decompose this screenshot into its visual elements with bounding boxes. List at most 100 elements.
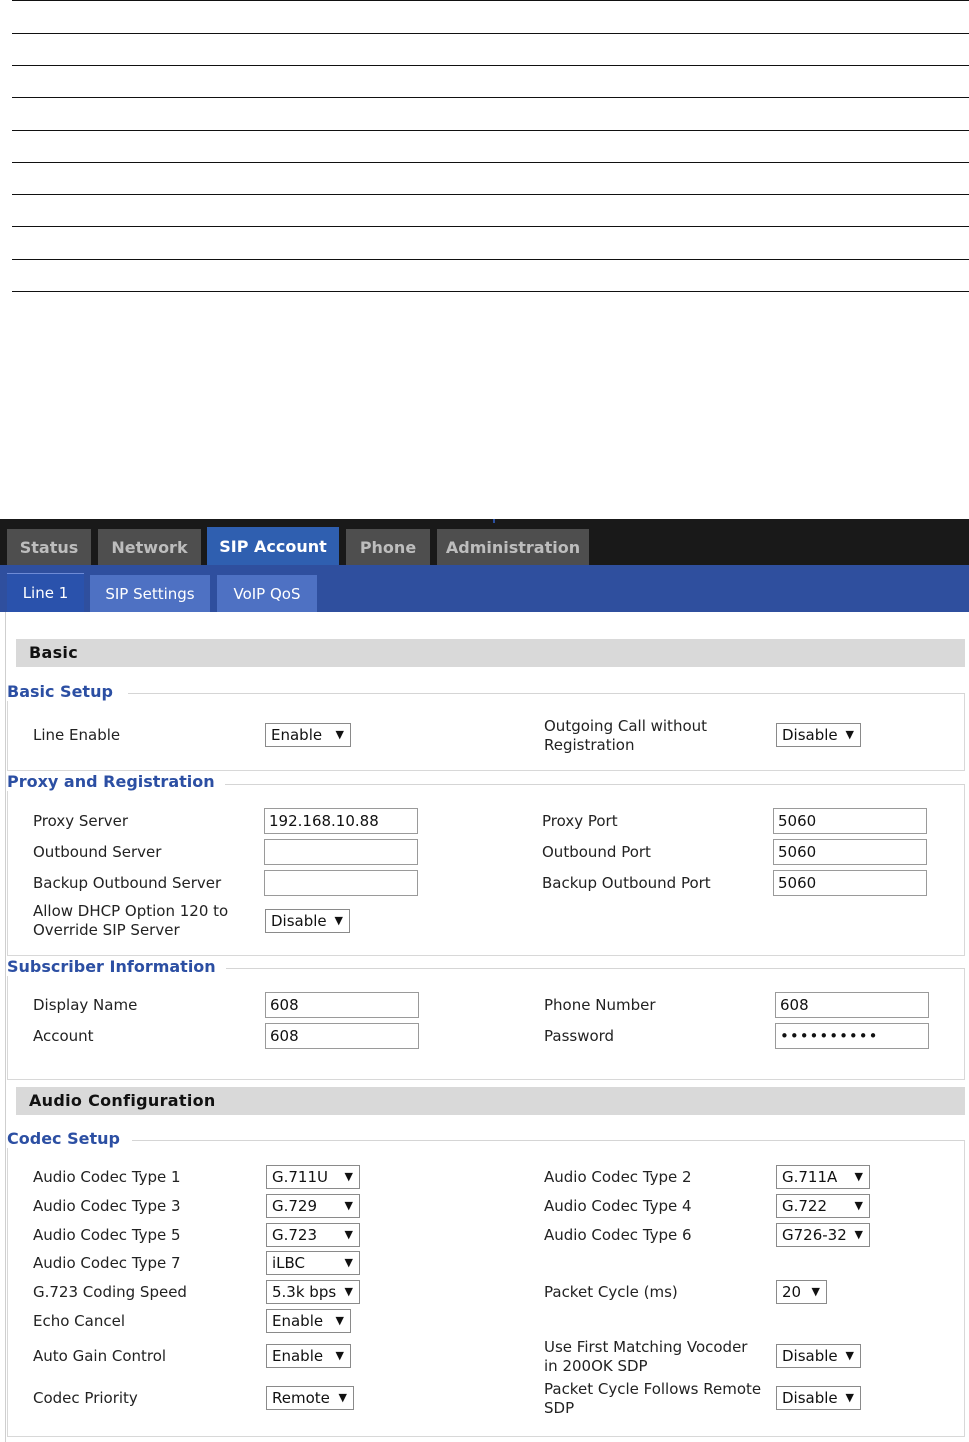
outgoing-call-value: Disable: [782, 726, 838, 744]
group-rule: [220, 784, 965, 785]
dropdown-arrow-icon: ▼: [334, 914, 343, 927]
dropdown-arrow-icon: ▼: [335, 1349, 344, 1362]
packet-cycle-follows-label: Packet Cycle Follows Remote SDP: [544, 1380, 762, 1417]
group-rule: [132, 1140, 965, 1141]
dropdown-arrow-icon: ▼: [344, 1170, 353, 1183]
codec7-select[interactable]: iLBC ▼: [266, 1251, 360, 1275]
account-input[interactable]: [265, 1023, 419, 1049]
tab-phone[interactable]: Phone: [346, 529, 430, 565]
codec6-select[interactable]: G726-32 ▼: [776, 1223, 870, 1247]
dropdown-arrow-icon: ▼: [344, 1256, 353, 1269]
proxy-port-label: Proxy Port: [542, 812, 618, 830]
rule-line: [12, 0, 969, 1]
codec7-value: iLBC: [272, 1254, 306, 1272]
outbound-server-label: Outbound Server: [33, 843, 162, 861]
codec2-label: Audio Codec Type 2: [544, 1168, 692, 1186]
proxy-server-label: Proxy Server: [33, 812, 129, 830]
packet-cycle-label: Packet Cycle (ms): [544, 1283, 678, 1301]
backup-port-input[interactable]: [773, 870, 927, 896]
codec6-value: G726-32: [782, 1226, 847, 1244]
group-proxy-title: Proxy and Registration: [7, 772, 225, 791]
packet-cycle-value: 20: [782, 1283, 802, 1301]
first-match-vocoder-select[interactable]: Disable ▼: [776, 1344, 861, 1368]
dropdown-arrow-icon: ▼: [335, 1314, 344, 1327]
echo-cancel-value: Enable: [272, 1312, 324, 1330]
tab-line-1[interactable]: Line 1: [7, 573, 84, 612]
packet-cycle-follows-select[interactable]: Disable ▼: [776, 1386, 861, 1410]
group-codec-setup-title: Codec Setup: [7, 1129, 130, 1148]
codec2-select[interactable]: G.711A ▼: [776, 1165, 870, 1189]
dropdown-arrow-icon: ▼: [811, 1285, 820, 1298]
group-basic-setup-title: Basic Setup: [7, 682, 123, 701]
outbound-port-label: Outbound Port: [542, 843, 651, 861]
echo-cancel-select[interactable]: Enable ▼: [266, 1309, 351, 1333]
codec4-select[interactable]: G.722 ▼: [776, 1194, 870, 1218]
rule-line: [12, 33, 969, 34]
rule-line: [12, 97, 969, 98]
g723-speed-select[interactable]: 5.3k bps ▼: [266, 1280, 360, 1304]
codec3-select[interactable]: G.729 ▼: [266, 1194, 360, 1218]
rule-line: [12, 194, 969, 195]
backup-server-input[interactable]: [264, 870, 418, 896]
sip-account-panel: Status Network SIP Account Phone Adminis…: [0, 519, 969, 1442]
proxy-port-input[interactable]: [773, 808, 927, 834]
proxy-server-input[interactable]: [264, 808, 418, 834]
display-name-label: Display Name: [33, 996, 138, 1014]
dropdown-arrow-icon: ▼: [854, 1228, 863, 1241]
dropdown-arrow-icon: ▼: [854, 1199, 863, 1212]
first-match-vocoder-label: Use First Matching Vocoder in 200OK SDP: [544, 1338, 748, 1375]
dropdown-arrow-icon: ▼: [845, 1391, 854, 1404]
outbound-port-input[interactable]: [773, 839, 927, 865]
codec-priority-select[interactable]: Remote ▼: [266, 1386, 354, 1410]
section-audio-configuration: Audio Configuration: [16, 1087, 965, 1115]
group-subscriber-title: Subscriber Information: [7, 957, 226, 976]
codec-priority-value: Remote: [272, 1389, 330, 1407]
codec-priority-label: Codec Priority: [33, 1389, 138, 1407]
phone-number-input[interactable]: [775, 992, 929, 1018]
dropdown-arrow-icon: ▼: [338, 1391, 347, 1404]
codec3-value: G.729: [272, 1197, 318, 1215]
packet-cycle-select[interactable]: 20 ▼: [776, 1280, 827, 1304]
top-nav-bar: Status Network SIP Account Phone Adminis…: [0, 519, 969, 565]
g723-speed-value: 5.3k bps: [272, 1283, 337, 1301]
codec1-value: G.711U: [272, 1168, 329, 1186]
packet-cycle-follows-value: Disable: [782, 1389, 838, 1407]
rule-line: [12, 259, 969, 260]
dhcp-option-select[interactable]: Disable ▼: [265, 909, 350, 933]
tab-voip-qos[interactable]: VoIP QoS: [217, 575, 317, 612]
codec7-label: Audio Codec Type 7: [33, 1254, 181, 1272]
auto-gain-select[interactable]: Enable ▼: [266, 1344, 351, 1368]
dropdown-arrow-icon: ▼: [344, 1228, 353, 1241]
rule-line: [12, 226, 969, 227]
auto-gain-label: Auto Gain Control: [33, 1347, 167, 1365]
tab-sip-account[interactable]: SIP Account: [207, 527, 339, 565]
codec1-label: Audio Codec Type 1: [33, 1168, 181, 1186]
codec4-value: G.722: [782, 1197, 828, 1215]
password-input[interactable]: [775, 1023, 929, 1049]
dropdown-arrow-icon: ▼: [344, 1199, 353, 1212]
dropdown-arrow-icon: ▼: [845, 728, 854, 741]
tab-administration[interactable]: Administration: [437, 529, 589, 565]
g723-speed-label: G.723 Coding Speed: [33, 1283, 187, 1301]
tab-status[interactable]: Status: [7, 529, 91, 565]
auto-gain-value: Enable: [272, 1347, 324, 1365]
outgoing-call-select[interactable]: Disable ▼: [776, 723, 861, 747]
tab-sip-settings[interactable]: SIP Settings: [90, 575, 210, 612]
outbound-server-input[interactable]: [264, 839, 418, 865]
tab-network[interactable]: Network: [98, 529, 201, 565]
group-rule: [224, 968, 965, 969]
sub-nav-bar: Line 1 SIP Settings VoIP QoS: [0, 565, 969, 612]
content-frame: [5, 612, 6, 1442]
codec1-select[interactable]: G.711U ▼: [266, 1165, 360, 1189]
dropdown-arrow-icon: ▼: [845, 1349, 854, 1362]
rule-line: [12, 162, 969, 163]
codec5-label: Audio Codec Type 5: [33, 1226, 181, 1244]
display-name-input[interactable]: [265, 992, 419, 1018]
codec4-label: Audio Codec Type 4: [544, 1197, 692, 1215]
codec5-select[interactable]: G.723 ▼: [266, 1223, 360, 1247]
rule-line: [12, 291, 969, 292]
dhcp-option-value: Disable: [271, 912, 327, 930]
backup-server-label: Backup Outbound Server: [33, 874, 222, 892]
codec5-value: G.723: [272, 1226, 318, 1244]
line-enable-select[interactable]: Enable ▼: [265, 723, 351, 747]
